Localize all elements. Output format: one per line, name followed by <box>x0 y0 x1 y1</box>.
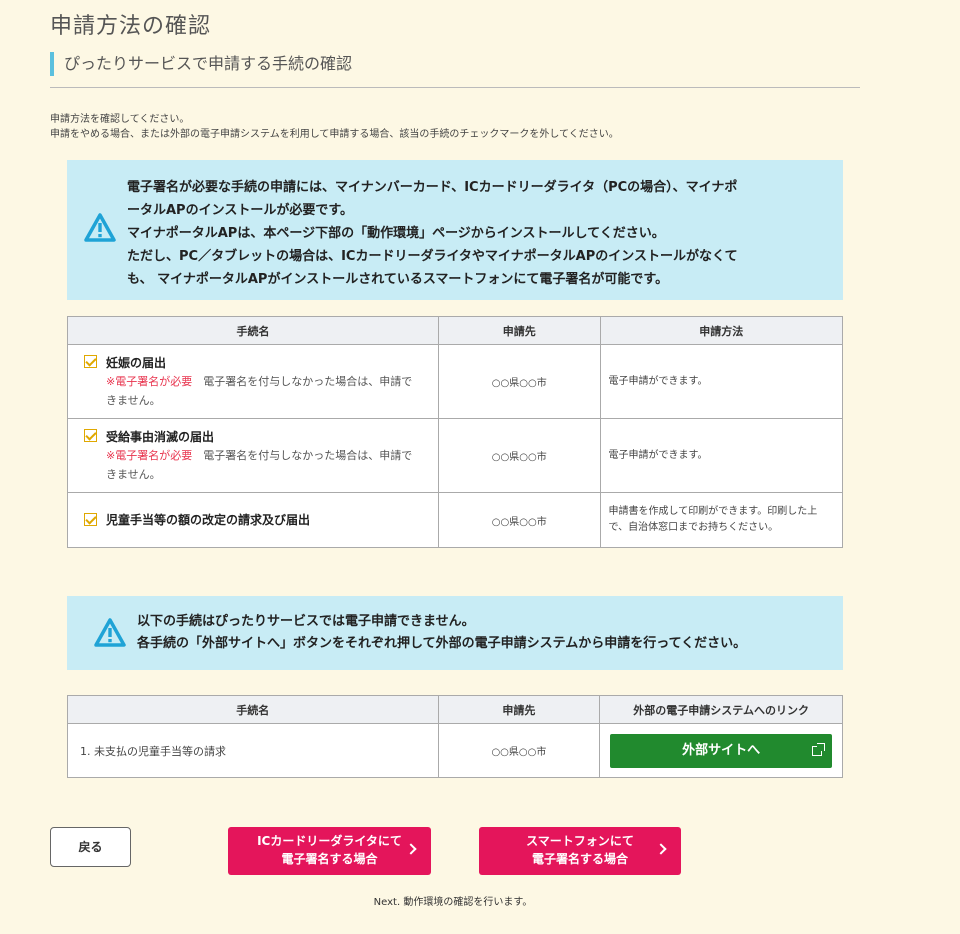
table-row: 1. 未支払の児童手当等の請求 ○○県○○市 外部サイトへ <box>67 723 843 778</box>
alert-line: ータルAPのインストールが必要です。 <box>127 203 354 218</box>
smartphone-sign-button[interactable]: スマートフォンにて 電子署名する場合 <box>479 827 681 875</box>
destination: ○○県○○市 <box>437 723 601 778</box>
back-button[interactable]: 戻る <box>50 827 131 867</box>
signature-required-label: ※電子署名が必要 <box>106 448 193 462</box>
alert-line: 電子署名が必要な手続の申請には、マイナンバーカード、ICカードリーダライタ（PC… <box>127 180 738 195</box>
procedure-name: 妊娠の届出 <box>106 355 167 370</box>
alert-line: 各手続の「外部サイトへ」ボタンをそれぞれ押して外部の電子申請システムから申請を行… <box>137 636 747 651</box>
page-title: 申請方法の確認 <box>50 14 212 39</box>
table-row: 受給事由消滅の届出 ※電子署名が必要 電子署名を付与しなかった場合は、申請できま… <box>67 418 844 493</box>
external-site-label: 外部サイトへ <box>682 742 761 758</box>
procedure-checkbox[interactable] <box>84 355 97 368</box>
signature-required-label: ※電子署名が必要 <box>106 374 193 388</box>
procedure-name: 受給事由消滅の届出 <box>106 429 215 444</box>
procedure-checkbox[interactable] <box>84 513 97 526</box>
external-link-icon <box>812 742 825 756</box>
external-site-button[interactable]: 外部サイトへ <box>610 733 832 768</box>
column-header: 申請先 <box>437 316 601 345</box>
procedure-checkbox[interactable] <box>84 429 97 442</box>
external-alert: 以下の手続はぴったりサービスでは電子申請できません。 各手続の「外部サイトへ」ボ… <box>67 596 843 670</box>
button-label-line: 電子署名する場合 <box>281 852 378 866</box>
column-header: 手続名 <box>67 316 439 345</box>
next-step-text: Next. 動作環境の確認を行います。 <box>373 897 533 908</box>
column-header: 申請方法 <box>599 316 844 345</box>
button-label-line: 電子署名する場合 <box>531 852 628 866</box>
alert-line: も、 マイナポータルAPがインストールされているスマートフォンにて電子署名が可能… <box>127 272 669 287</box>
procedure-name: 1. 未支払の児童手当等の請求 <box>67 723 439 778</box>
table-row: 妊娠の届出 ※電子署名が必要 電子署名を付与しなかった場合は、申請できません。 … <box>67 344 844 419</box>
alert-line: マイナポータルAPは、本ページ下部の「動作環境」ページからインストールしてくださ… <box>127 226 665 241</box>
alert-line: 以下の手続はぴったりサービスでは電子申請できません。 <box>137 614 475 629</box>
table-row: 児童手当等の額の改定の請求及び届出 ○○県○○市 申請書を作成して印刷ができます… <box>67 492 844 548</box>
button-label-line: ICカードリーダライタにて <box>257 834 402 848</box>
destination: ○○県○○市 <box>437 344 601 419</box>
destination: ○○県○○市 <box>437 418 601 493</box>
button-label-line: スマートフォンにて <box>526 834 634 848</box>
method: 申請書を作成して印刷ができます。印刷した上で、自治体窓口までお持ちください。 <box>599 492 844 548</box>
procedure-name: 児童手当等の額の改定の請求及び届出 <box>106 513 311 527</box>
intro-line: 申請をやめる場合、または外部の電子申請システムを利用して申請する場合、該当の手続… <box>50 129 619 140</box>
procedure-table: 手続名 申請先 申請方法 妊娠の届出 ※電子署名が必要 電子署名を付与しなかった… <box>67 316 844 548</box>
method: 電子申請ができます。 <box>599 418 844 493</box>
intro-line: 申請方法を確認してください。 <box>50 114 190 125</box>
section-title: ぴったりサービスで申請する手続の確認 <box>50 52 860 88</box>
ic-card-sign-button[interactable]: ICカードリーダライタにて 電子署名する場合 <box>228 827 431 875</box>
intro-text: 申請方法を確認してください。 申請をやめる場合、または外部の電子申請システムを利… <box>50 112 619 142</box>
signature-alert: 電子署名が必要な手続の申請には、マイナンバーカード、ICカードリーダライタ（PC… <box>67 160 843 300</box>
column-header: 手続名 <box>67 695 439 724</box>
alert-line: ただし、PC／タブレットの場合は、ICカードリーダライタやマイナポータルAPのイ… <box>127 249 738 264</box>
external-procedure-table: 手続名 申請先 外部の電子申請システムへのリンク 1. 未支払の児童手当等の請求… <box>67 695 843 778</box>
warning-icon <box>94 618 126 647</box>
destination: ○○県○○市 <box>437 492 601 548</box>
column-header: 申請先 <box>437 695 601 724</box>
column-header: 外部の電子申請システムへのリンク <box>599 695 843 724</box>
method: 電子申請ができます。 <box>599 344 844 419</box>
procedure-note: ※電子署名が必要 電子署名を付与しなかった場合は、申請できません。 <box>106 372 416 410</box>
procedure-note: ※電子署名が必要 電子署名を付与しなかった場合は、申請できません。 <box>106 446 416 484</box>
warning-icon <box>84 213 116 242</box>
